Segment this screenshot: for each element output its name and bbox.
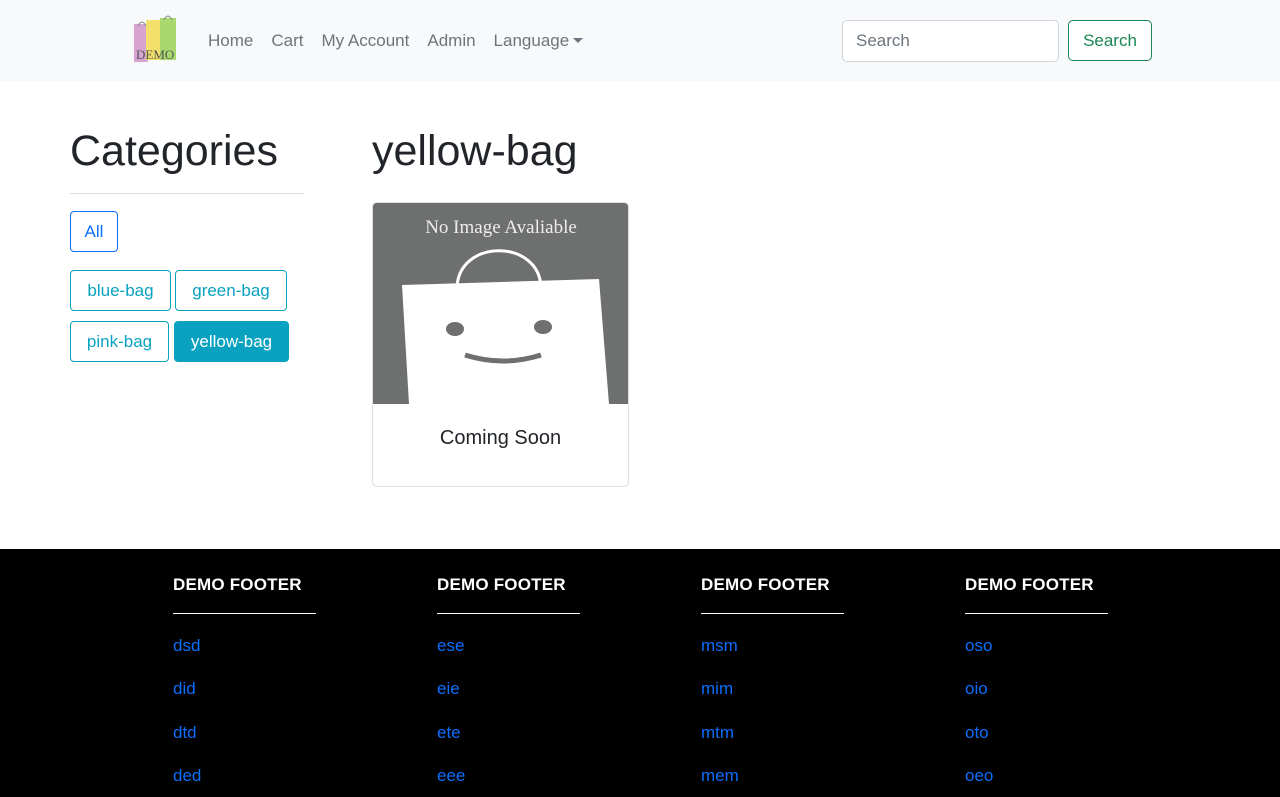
page-title: yellow-bag xyxy=(372,127,578,175)
footer-link[interactable]: ded xyxy=(173,766,201,786)
language-dropdown[interactable]: Language xyxy=(485,31,593,51)
footer-link[interactable]: mtm xyxy=(701,723,734,743)
nav-my-account-link[interactable]: My Account xyxy=(312,31,418,51)
footer-link[interactable]: ese xyxy=(437,636,464,656)
navbar: DEMO Home Cart My Account Admin Language… xyxy=(0,0,1280,81)
nav-admin-link[interactable]: Admin xyxy=(418,31,484,51)
category-yellow-bag-button[interactable]: yellow-bag xyxy=(174,321,289,362)
svg-text:No Image Avaliable: No Image Avaliable xyxy=(425,217,577,238)
footer-link[interactable]: oio xyxy=(965,679,988,699)
footer-heading: DEMO FOOTER xyxy=(701,575,830,594)
svg-text:DEMO: DEMO xyxy=(136,47,174,62)
nav-cart-link[interactable]: Cart xyxy=(262,31,312,51)
product-card[interactable]: No Image Avaliable Coming Soon xyxy=(372,202,629,487)
category-green-bag-button[interactable]: green-bag xyxy=(175,270,287,311)
category-all-button[interactable]: All xyxy=(70,211,118,252)
product-image[interactable]: No Image Avaliable xyxy=(373,203,628,404)
footer-divider xyxy=(701,613,844,614)
product-name: Coming Soon xyxy=(439,427,562,449)
footer-link[interactable]: did xyxy=(173,679,196,699)
categories-heading: Categories xyxy=(70,127,278,175)
footer-heading: DEMO FOOTER xyxy=(173,575,302,594)
footer-link[interactable]: dsd xyxy=(173,636,200,656)
footer-link[interactable]: eee xyxy=(437,766,465,786)
footer-link[interactable]: oso xyxy=(965,636,992,656)
categories-divider xyxy=(70,193,304,194)
search-input[interactable] xyxy=(842,20,1059,62)
footer-heading: DEMO FOOTER xyxy=(437,575,566,594)
language-label: Language xyxy=(493,30,570,50)
footer-link[interactable]: mem xyxy=(701,766,739,786)
footer-divider xyxy=(437,613,580,614)
footer-link[interactable]: msm xyxy=(701,636,738,656)
footer-link[interactable]: oto xyxy=(965,723,989,743)
footer-link[interactable]: eie xyxy=(437,679,460,699)
category-pink-bag-button[interactable]: pink-bag xyxy=(70,321,169,362)
footer-link[interactable]: mim xyxy=(701,679,733,699)
footer-link[interactable]: oeo xyxy=(965,766,993,786)
nav-home-link[interactable]: Home xyxy=(199,31,262,51)
caret-down-icon xyxy=(573,37,584,43)
nav-links: Home Cart My Account Admin Language xyxy=(199,0,592,81)
footer-divider xyxy=(173,613,316,614)
footer-link[interactable]: ete xyxy=(437,723,461,743)
footer-heading: DEMO FOOTER xyxy=(965,575,1094,594)
footer-link[interactable]: dtd xyxy=(173,723,197,743)
footer-divider xyxy=(965,613,1108,614)
footer: DEMO FOOTER dsd did dtd ded DEMO FOOTER … xyxy=(0,549,1280,797)
category-blue-bag-button[interactable]: blue-bag xyxy=(70,270,171,311)
logo[interactable]: DEMO xyxy=(132,14,180,66)
search-button[interactable]: Search xyxy=(1068,20,1152,61)
